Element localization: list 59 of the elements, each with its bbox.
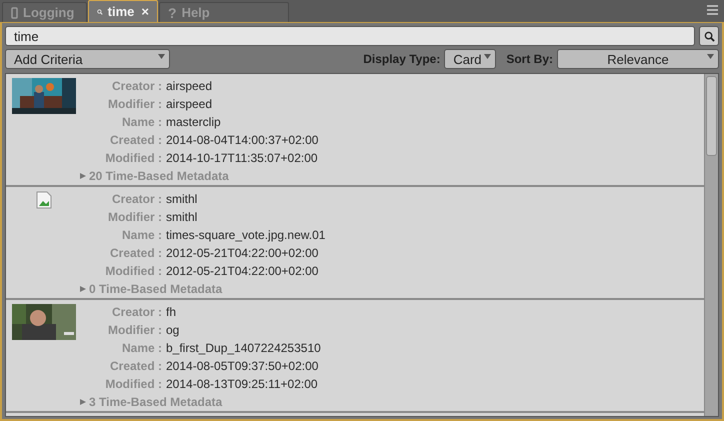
field-value: fh [166, 304, 178, 320]
scrollbar-thumb[interactable] [706, 76, 717, 156]
field-label: Created : [108, 358, 162, 374]
search-field[interactable]: time [5, 26, 695, 46]
display-type-dropdown[interactable]: Card [444, 49, 496, 69]
help-glyph: ? [168, 4, 177, 20]
display-type-label: Display Type: [363, 52, 440, 66]
field-value: 2014-08-04T14:00:37+02:00 [166, 132, 318, 148]
field-value: 2014-10-17T11:35:07+02:00 [166, 150, 318, 166]
field-label: Name : [120, 114, 162, 130]
tab-label: Logging [23, 5, 74, 20]
field-label: Creator : [110, 78, 162, 94]
field-value: times-square_vote.jpg.new.01 [166, 227, 326, 243]
collapsed-arrow-icon [80, 173, 86, 179]
collapsed-arrow-icon [80, 286, 86, 292]
search-button[interactable] [699, 26, 719, 46]
tab-label: time [108, 4, 134, 19]
metadata-toggle[interactable]: 20 Time-Based Metadata [80, 168, 229, 184]
phone-icon [11, 6, 18, 18]
field-label: Created : [108, 245, 162, 261]
field-value: 2014-08-05T09:37:50+02:00 [166, 358, 320, 374]
field-label: Modifier : [107, 96, 162, 112]
field-value: airspeed [166, 78, 214, 94]
field-value: airspeed [166, 96, 214, 112]
sort-by-dropdown[interactable]: Relevance [557, 49, 719, 69]
close-icon[interactable]: × [141, 4, 149, 19]
menu-icon[interactable] [707, 5, 718, 15]
caret-icon [158, 54, 165, 59]
field-label: Modified : [104, 263, 162, 279]
field-value: 2012-05-21T04:22:00+02:00 [166, 245, 320, 261]
collapsed-arrow-icon [80, 399, 86, 405]
tab[interactable]: ? Help [159, 2, 289, 22]
caret-icon [707, 54, 714, 59]
field-value: b_first_Dup_1407224253510 [166, 340, 321, 356]
field-value: og [166, 322, 180, 338]
field-label: Creator : [110, 304, 162, 320]
field-label: Modified : [104, 150, 162, 166]
field-label: Name : [120, 340, 162, 356]
tab[interactable]: Logging [2, 2, 87, 22]
field-value: 2014-08-13T09:25:11+02:00 [166, 376, 319, 392]
field-label: Modifier : [107, 322, 162, 338]
metadata-toggle[interactable]: 3 Time-Based Metadata [80, 394, 222, 410]
field-value: 2012-05-21T04:22:00+02:00 [166, 263, 320, 279]
field-label: Modified : [104, 376, 162, 392]
field-value: masterclip [166, 114, 222, 130]
caret-icon [484, 54, 492, 59]
tab-label: Help [182, 5, 210, 20]
field-label: Name : [120, 227, 162, 243]
field-label: Modifier : [107, 209, 162, 225]
sort-by-label: Sort By: [506, 52, 553, 66]
metadata-toggle[interactable]: 0 Time-Based Metadata [80, 281, 222, 297]
broken-image-icon [36, 191, 52, 209]
field-value: smithl [166, 191, 198, 207]
add-criteria-dropdown[interactable]: Add Criteria [5, 49, 170, 69]
field-label: Creator : [110, 191, 162, 207]
field-value: smithl [166, 209, 198, 225]
field-label: Created : [108, 132, 162, 148]
tab[interactable]: time × [88, 0, 158, 22]
search-icon [704, 30, 714, 42]
